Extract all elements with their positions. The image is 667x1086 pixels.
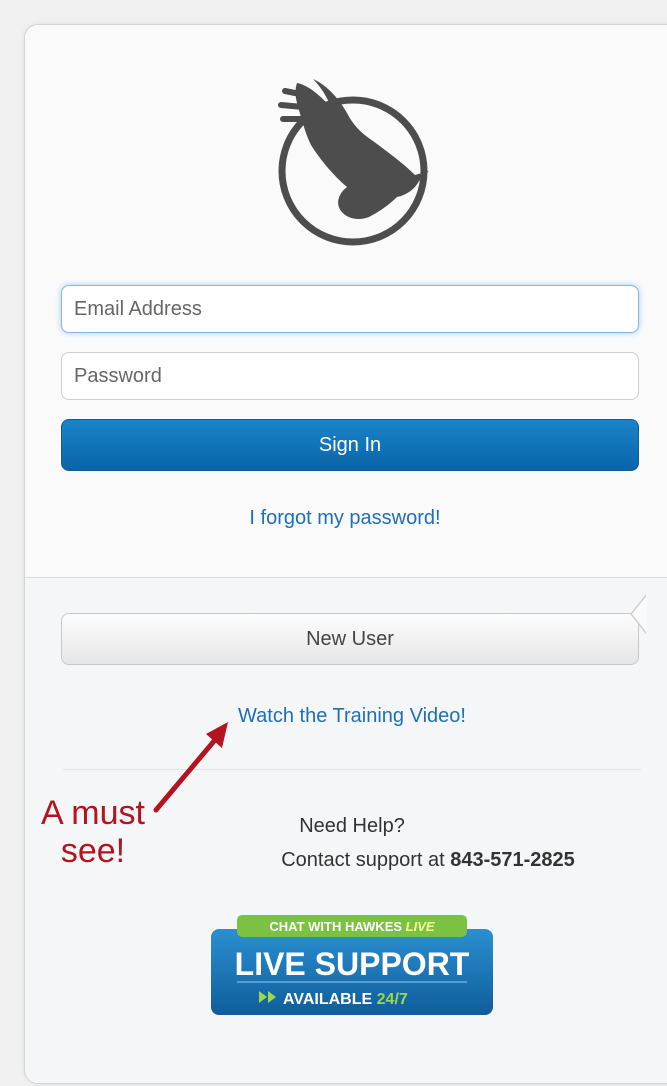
support-contact-prefix: Contact support at: [281, 849, 451, 871]
login-card: Sign In I forgot my password! New User W…: [24, 24, 667, 1084]
annotation-line-1: A must: [41, 794, 145, 832]
email-field[interactable]: [61, 285, 639, 333]
login-section: Sign In I forgot my password!: [25, 25, 667, 578]
annotation-text: A must see!: [28, 794, 158, 870]
support-phone: 843-571-2825: [450, 849, 575, 871]
badge-bottom-accent: 24/7: [377, 991, 408, 1008]
svg-text:AVAILABLE 24/7: AVAILABLE 24/7: [283, 991, 408, 1008]
svg-text:CHAT WITH HAWKES LIVE: CHAT WITH HAWKES LIVE: [269, 919, 434, 934]
badge-main-text: LIVE SUPPORT: [235, 946, 470, 982]
password-field[interactable]: [61, 352, 639, 400]
badge-top-accent: LIVE: [406, 919, 435, 934]
new-user-button[interactable]: New User: [61, 613, 639, 665]
badge-top-text: CHAT WITH HAWKES: [269, 919, 402, 934]
live-support-badge[interactable]: CHAT WITH HAWKES LIVE LIVE SUPPORT AVAIL…: [211, 915, 493, 1015]
training-video-link[interactable]: Watch the Training Video!: [25, 705, 667, 728]
annotation-line-2: see!: [60, 832, 126, 870]
callout-pointer: [630, 594, 647, 634]
hawk-logo-icon: [278, 79, 429, 246]
forgot-password-link[interactable]: I forgot my password!: [25, 507, 665, 530]
support-contact-text: Contact support at 843-571-2825: [175, 849, 667, 872]
sign-in-button[interactable]: Sign In: [61, 419, 639, 471]
badge-bottom-text: AVAILABLE: [283, 991, 373, 1008]
